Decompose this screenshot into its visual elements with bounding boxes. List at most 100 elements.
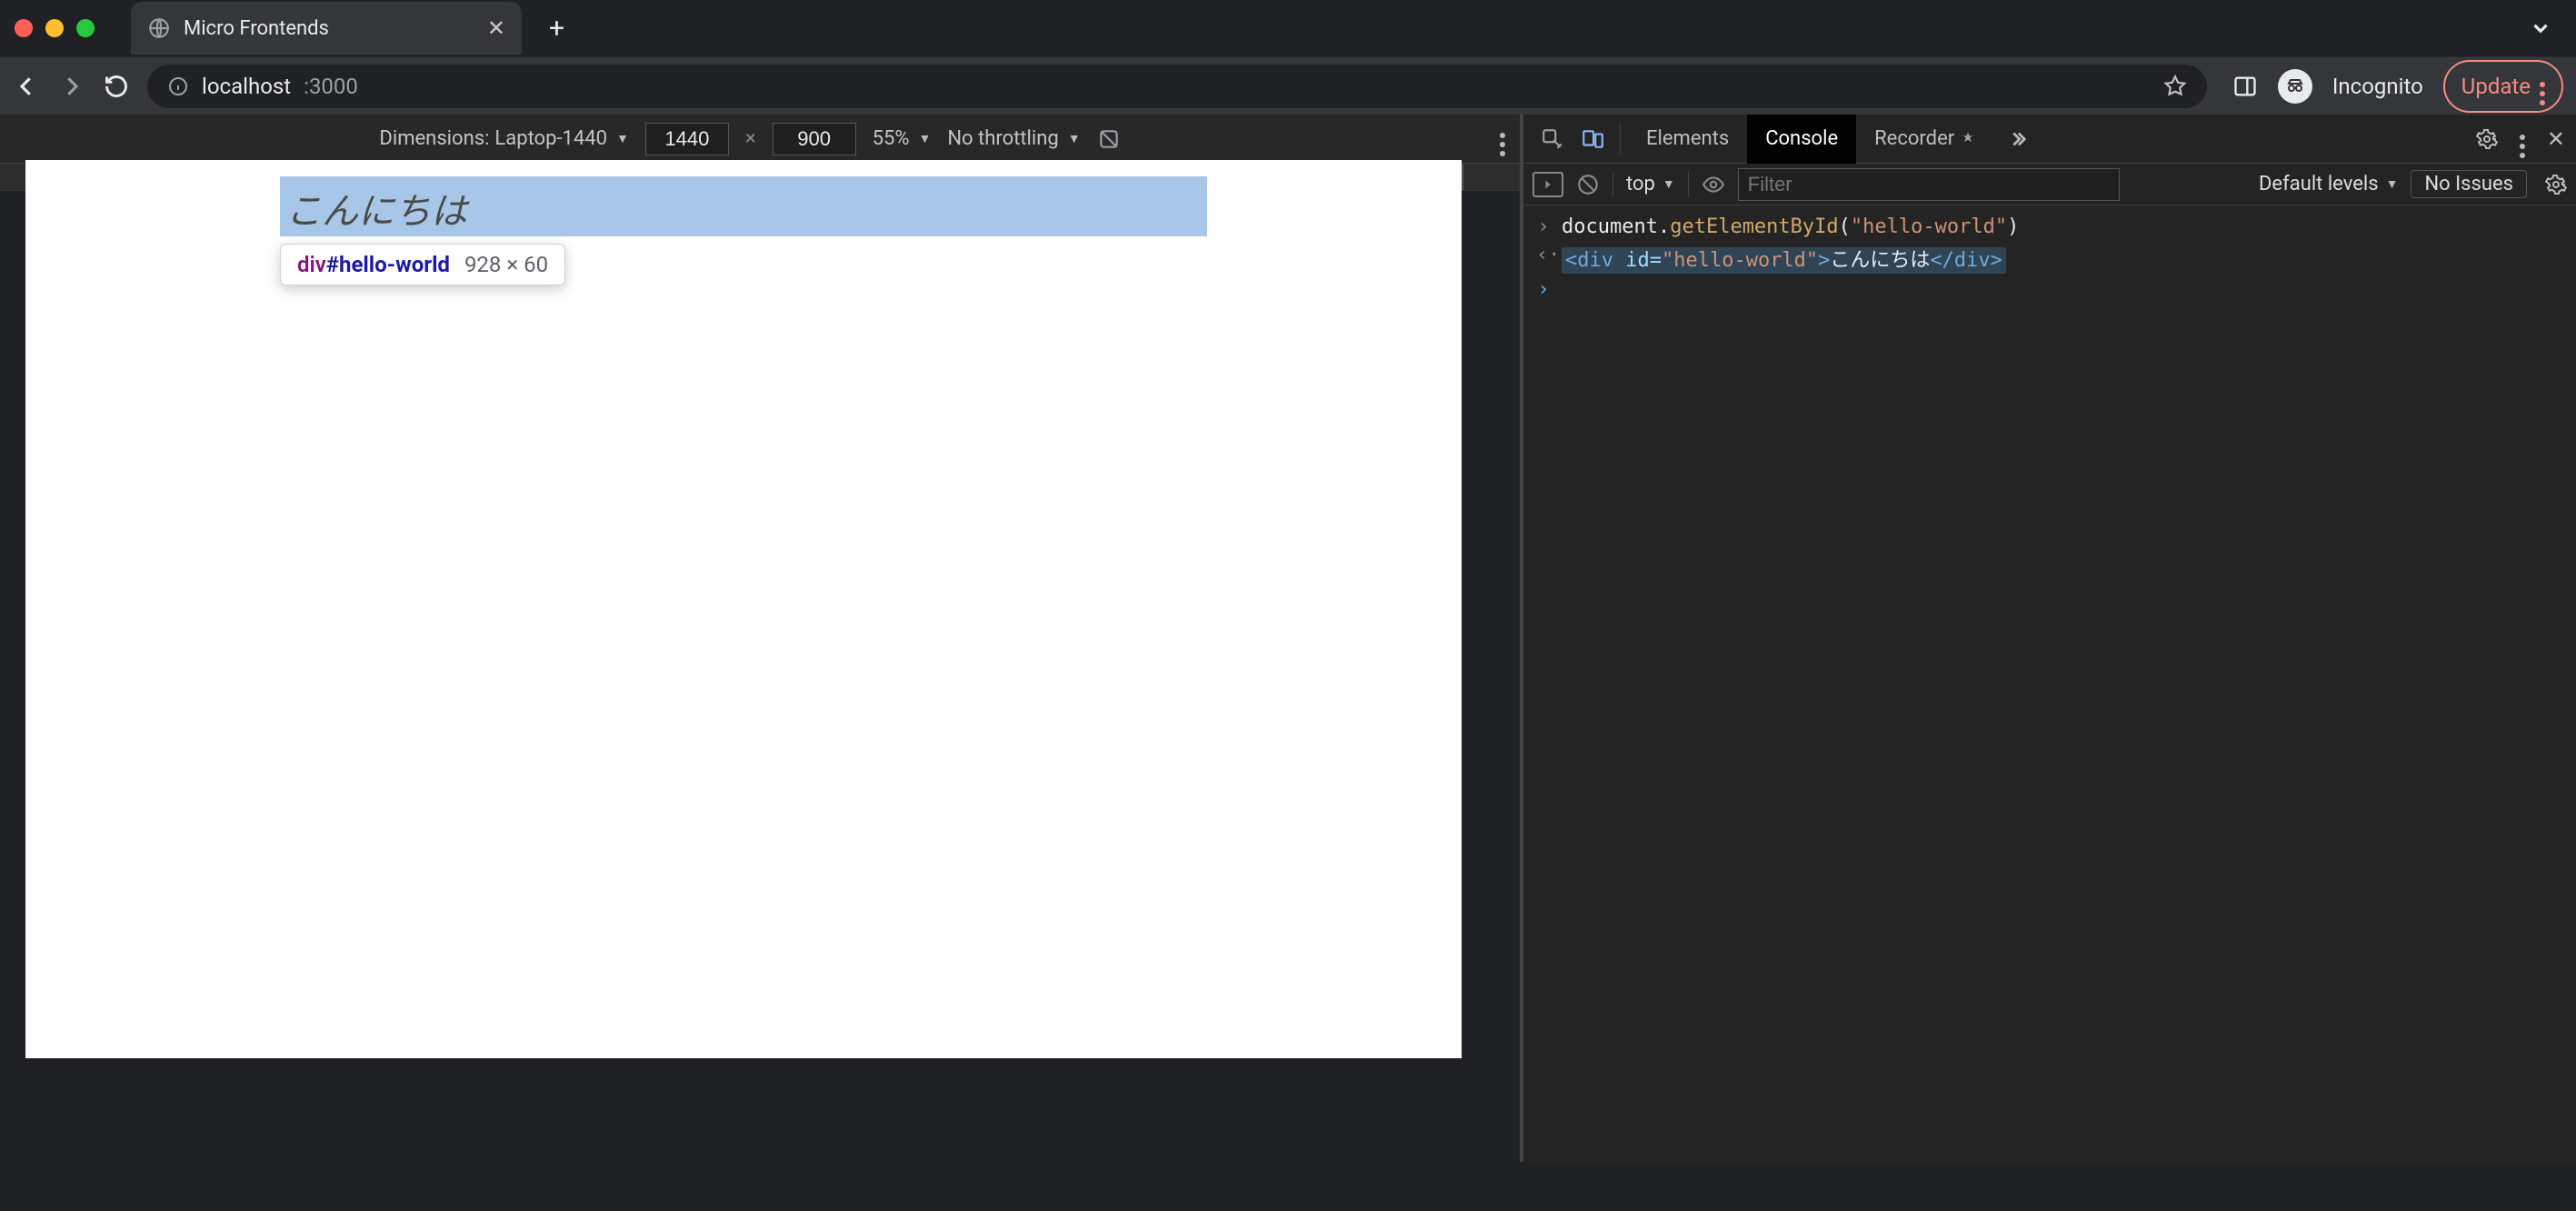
code-fn: getElementById	[1670, 215, 1838, 238]
output-arrow-icon: ‹·	[1536, 244, 1551, 266]
panel-toggle-icon[interactable]	[2232, 74, 2258, 99]
clear-console-icon[interactable]	[1576, 173, 1600, 196]
tab-elements[interactable]: Elements	[1628, 115, 1747, 164]
browser-toolbar: localhost :3000 Incognito Update	[0, 56, 2576, 115]
devtools-menu-icon[interactable]	[2509, 120, 2536, 158]
toolbar-right: Incognito Update	[2232, 60, 2563, 113]
more-tabs-icon[interactable]	[1994, 129, 2040, 149]
device-toolbar: Dimensions: Laptop-1440 ▼ × 55% ▼ No thr…	[0, 115, 1520, 164]
tab-title: Micro Frontends	[184, 17, 474, 40]
back-button[interactable]	[13, 73, 40, 100]
out-open-tag: <div	[1565, 249, 1613, 272]
dimensions-select[interactable]: Dimensions: Laptop-1440 ▼	[379, 127, 628, 150]
filter-input[interactable]	[1738, 168, 2120, 201]
code-open: (	[1839, 215, 1851, 238]
chevron-down-icon: ▼	[1662, 176, 1675, 192]
forward-button[interactable]	[58, 73, 85, 100]
new-tab-button[interactable]: +	[538, 7, 575, 50]
viewport-side: Dimensions: Laptop-1440 ▼ × 55% ▼ No thr…	[0, 115, 1520, 1162]
console-body[interactable]: › document.getElementById("hello-world")…	[1523, 205, 2576, 1162]
throttling-select[interactable]: No throttling ▼	[947, 127, 1080, 150]
site-info-icon[interactable]	[167, 75, 189, 97]
minimize-window-icon[interactable]	[45, 19, 64, 37]
url-host: localhost	[202, 74, 291, 99]
devtools-settings-icon[interactable]	[2465, 128, 2509, 150]
console-toolbar: top ▼ Default levels ▼ No Issues	[1523, 164, 2576, 205]
dimensions-label: Dimensions:	[379, 127, 489, 150]
issues-label: No Issues	[2424, 173, 2513, 195]
close-window-icon[interactable]	[15, 19, 33, 37]
out-gt: >	[1818, 249, 1830, 272]
console-input-row: › document.getElementById("hello-world")	[1536, 213, 2563, 241]
log-levels-select[interactable]: Default levels ▼	[2259, 173, 2398, 195]
chevron-down-icon: ▼	[918, 131, 931, 146]
rotate-icon[interactable]	[1097, 127, 1121, 151]
main-split: Dimensions: Laptop-1440 ▼ × 55% ▼ No thr…	[0, 115, 2576, 1162]
console-settings-icon[interactable]	[2545, 174, 2567, 195]
throttling-value: No throttling	[947, 127, 1058, 150]
out-attr: id=	[1625, 249, 1662, 272]
device-name: Laptop-1440	[494, 127, 607, 150]
issues-badge[interactable]: No Issues	[2411, 170, 2527, 198]
update-label: Update	[2461, 74, 2531, 99]
devtools-panel: Elements Console Recorder ✕	[1523, 115, 2576, 1162]
code-object: document	[1562, 215, 1658, 238]
bookmark-icon[interactable]	[2163, 75, 2187, 98]
width-input[interactable]	[645, 123, 729, 155]
device-toolbar-menu-icon[interactable]	[1500, 121, 1505, 156]
chevron-down-icon: ▼	[2386, 176, 2399, 192]
dimension-x: ×	[745, 127, 756, 150]
chevron-down-icon: ▼	[616, 131, 629, 146]
update-button[interactable]: Update	[2443, 60, 2563, 113]
out-close-tag: </div>	[1930, 249, 2002, 272]
out-val: "hello-world"	[1662, 249, 1818, 272]
code-str: "hello-world"	[1851, 215, 2007, 238]
tab-active[interactable]: Micro Frontends ✕	[131, 2, 522, 55]
window-controls	[15, 19, 95, 37]
prompt-arrow-icon: ›	[1536, 278, 1551, 301]
console-output-row: ‹· <div id="hello-world">こんにちは</div>	[1536, 241, 2563, 275]
live-expression-icon[interactable]	[1702, 173, 1725, 196]
out-sp	[1613, 249, 1625, 272]
page-frame[interactable]: こんにちは div#hello-world 928 × 60	[25, 160, 1462, 1058]
console-output-code[interactable]: <div id="hello-world">こんにちは</div>	[1562, 244, 2006, 273]
maximize-window-icon[interactable]	[76, 19, 95, 37]
tab-console-label: Console	[1765, 127, 1838, 150]
levels-label: Default levels	[2259, 173, 2379, 195]
zoom-select[interactable]: 55% ▼	[873, 127, 932, 150]
tabs-menu-icon[interactable]	[2529, 16, 2552, 40]
console-prompt-row[interactable]: ›	[1536, 275, 2563, 304]
close-tab-icon[interactable]: ✕	[487, 15, 505, 41]
zoom-value: 55%	[873, 127, 910, 150]
inspect-element-icon[interactable]	[1533, 119, 1573, 159]
chevron-down-icon: ▼	[1068, 131, 1081, 146]
devtools-tab-row: Elements Console Recorder ✕	[1523, 115, 2576, 164]
reload-button[interactable]	[104, 74, 129, 99]
out-text: こんにちは	[1830, 249, 1930, 272]
url-port: :3000	[304, 74, 358, 99]
globe-icon	[147, 16, 171, 40]
hello-text: こんにちは	[285, 191, 467, 232]
tab-strip: Micro Frontends ✕ +	[0, 0, 2576, 56]
tab-elements-label: Elements	[1646, 127, 1729, 150]
address-bar[interactable]: localhost :3000	[147, 65, 2207, 108]
devtools-close-icon[interactable]: ✕	[2536, 126, 2576, 152]
update-menu-icon[interactable]	[2540, 67, 2545, 105]
height-input[interactable]	[773, 123, 856, 155]
code-dot: .	[1658, 215, 1670, 238]
console-sidebar-toggle-icon[interactable]	[1533, 172, 1563, 197]
tab-console[interactable]: Console	[1747, 115, 1856, 164]
tooltip-tag: div	[297, 252, 326, 277]
code-close: )	[2007, 215, 2019, 238]
hello-world-div[interactable]: こんにちは	[280, 176, 1207, 236]
inspect-tooltip: div#hello-world 928 × 60	[280, 244, 565, 285]
execution-context-select[interactable]: top ▼	[1626, 173, 1675, 195]
tab-recorder-label: Recorder	[1874, 127, 1954, 150]
tab-recorder[interactable]: Recorder	[1856, 115, 1994, 164]
incognito-label: Incognito	[2332, 74, 2423, 99]
device-mode-toggle-icon[interactable]	[1573, 119, 1612, 159]
incognito-icon	[2278, 69, 2312, 104]
context-label: top	[1626, 173, 1655, 195]
input-arrow-icon: ›	[1536, 215, 1551, 238]
tooltip-id: #hello-world	[326, 252, 450, 277]
